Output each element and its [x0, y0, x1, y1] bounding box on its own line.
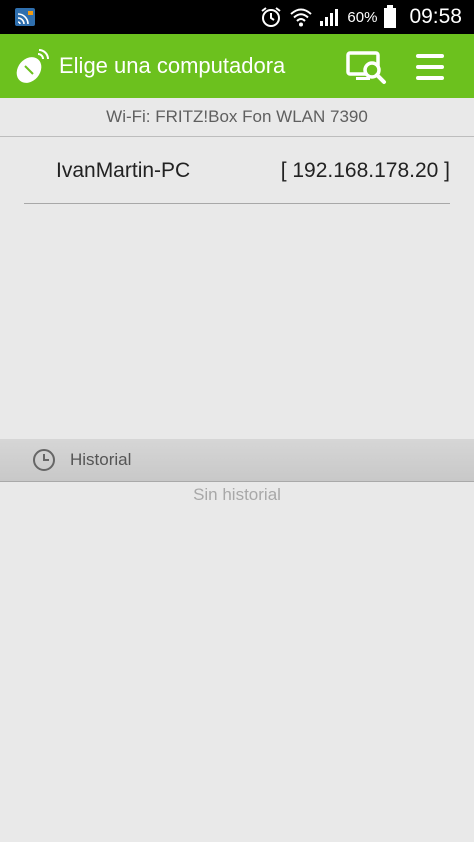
- status-clock: 09:58: [409, 5, 462, 28]
- computer-ip: [ 192.168.178.20 ]: [280, 159, 450, 182]
- menu-icon[interactable]: [410, 48, 450, 86]
- signal-icon: [320, 9, 339, 26]
- history-empty-text: Sin historial: [193, 485, 281, 504]
- wifi-network-label: Wi-Fi: FRITZ!Box Fon WLAN 7390: [0, 98, 474, 137]
- action-bar: Elige una computadora: [0, 34, 474, 98]
- computer-name: IvanMartin-PC: [56, 159, 191, 182]
- history-label: Historial: [70, 450, 132, 469]
- status-bar: 60% 09:58: [0, 0, 474, 34]
- computer-list-item[interactable]: IvanMartin-PC [ 192.168.178.20 ]: [24, 137, 450, 204]
- clock-icon: [33, 449, 55, 471]
- battery-icon: [384, 5, 397, 28]
- cast-icon: [15, 8, 35, 26]
- history-header[interactable]: Historial: [0, 439, 474, 482]
- search-computer-icon[interactable]: [344, 48, 388, 86]
- app-logo-icon: [16, 49, 49, 83]
- alarm-icon: [261, 7, 282, 27]
- screen-title: Elige una computadora: [59, 53, 286, 78]
- wifi-icon: [290, 8, 313, 27]
- battery-percent: 60%: [347, 8, 378, 26]
